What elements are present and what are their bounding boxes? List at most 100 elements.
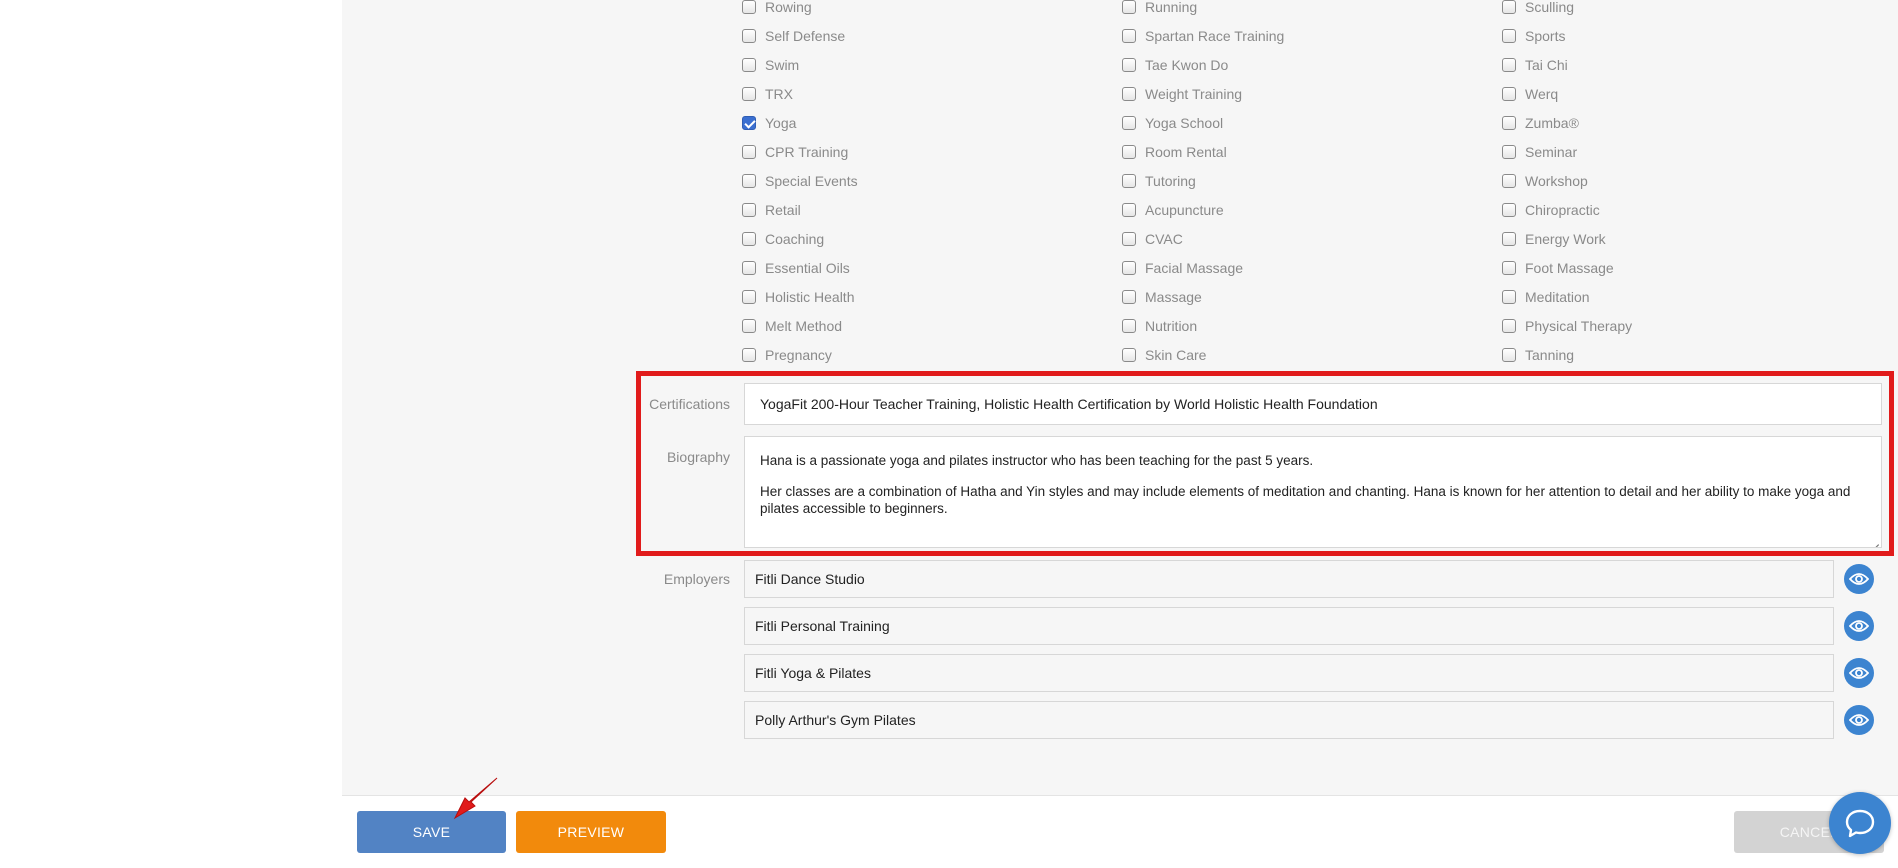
activity-checkbox[interactable] <box>742 318 756 333</box>
activity-option[interactable]: Physical Therapy <box>1502 311 1872 340</box>
activity-checkbox[interactable] <box>1502 115 1516 130</box>
activity-checkbox[interactable] <box>1122 231 1136 246</box>
activity-label: Tanning <box>1525 346 1575 363</box>
activity-checkbox[interactable] <box>742 260 756 275</box>
activity-option[interactable]: Running <box>1122 0 1492 21</box>
activity-checkbox[interactable] <box>1502 57 1516 72</box>
activity-checkbox[interactable] <box>1122 28 1136 43</box>
activity-option[interactable]: Zumba® <box>1502 108 1872 137</box>
activity-checkbox[interactable] <box>1122 115 1136 130</box>
activity-checkbox[interactable] <box>742 28 756 43</box>
activity-label: Running <box>1145 0 1198 15</box>
eye-icon[interactable] <box>1844 705 1874 735</box>
activity-checkbox[interactable] <box>742 0 756 14</box>
activity-checkbox[interactable] <box>742 173 756 188</box>
activity-option[interactable]: Yoga <box>742 108 1112 137</box>
activity-checkbox[interactable] <box>742 86 756 101</box>
activity-option[interactable]: Chiropractic <box>1502 195 1872 224</box>
preview-button[interactable]: PREVIEW <box>516 811 666 853</box>
activity-checkbox[interactable] <box>1502 144 1516 159</box>
activity-label: Swim <box>765 56 800 73</box>
eye-icon[interactable] <box>1844 564 1874 594</box>
activity-label: Spartan Race Training <box>1145 27 1285 44</box>
activity-option[interactable]: Pregnancy <box>742 340 1112 369</box>
chat-bubble-icon[interactable] <box>1829 792 1891 854</box>
activity-checkbox[interactable] <box>1122 202 1136 217</box>
activity-option[interactable]: Nutrition <box>1122 311 1492 340</box>
activity-option[interactable]: Essential Oils <box>742 253 1112 282</box>
activity-option[interactable]: Tutoring <box>1122 166 1492 195</box>
activity-option[interactable]: TRX <box>742 79 1112 108</box>
activity-checkbox[interactable] <box>1122 57 1136 72</box>
activity-checkbox[interactable] <box>742 57 756 72</box>
employer-item[interactable]: Fitli Personal Training <box>744 607 1834 645</box>
activity-option[interactable]: Tanning <box>1502 340 1872 369</box>
eye-icon[interactable] <box>1844 658 1874 688</box>
activity-option[interactable]: Swim <box>742 50 1112 79</box>
activity-checkbox[interactable] <box>742 202 756 217</box>
activity-option[interactable]: Tae Kwon Do <box>1122 50 1492 79</box>
eye-icon[interactable] <box>1844 611 1874 641</box>
activity-checkbox[interactable] <box>1502 231 1516 246</box>
activity-option[interactable]: Skin Care <box>1122 340 1492 369</box>
activity-checkbox[interactable] <box>1122 347 1136 362</box>
activity-option[interactable]: Coaching <box>742 224 1112 253</box>
activity-option[interactable]: Holistic Health <box>742 282 1112 311</box>
activity-label: Rowing <box>765 0 812 15</box>
activity-label: CPR Training <box>765 143 849 160</box>
activity-checkbox[interactable] <box>1502 0 1516 14</box>
activity-option[interactable]: Foot Massage <box>1502 253 1872 282</box>
activity-option[interactable]: Yoga School <box>1122 108 1492 137</box>
activity-option[interactable]: Werq <box>1502 79 1872 108</box>
activity-checkbox[interactable] <box>1502 202 1516 217</box>
activity-checkbox[interactable] <box>1122 144 1136 159</box>
activity-label: Tutoring <box>1145 172 1196 189</box>
employer-item[interactable]: Fitli Dance Studio <box>744 560 1834 598</box>
activity-checkbox[interactable] <box>1502 318 1516 333</box>
activity-checkbox[interactable] <box>1502 173 1516 188</box>
activity-option[interactable]: Facial Massage <box>1122 253 1492 282</box>
activity-option[interactable]: Special Events <box>742 166 1112 195</box>
activity-checkbox[interactable] <box>1122 318 1136 333</box>
activities-column-3: Sculling Sports Tai Chi Werq Zumba® Seminar Wo… <box>1502 0 1872 369</box>
activity-option[interactable]: Spartan Race Training <box>1122 21 1492 50</box>
activity-option[interactable]: Sports <box>1502 21 1872 50</box>
activity-checkbox[interactable] <box>742 115 756 130</box>
activity-checkbox[interactable] <box>742 144 756 159</box>
activity-option[interactable]: Rowing <box>742 0 1112 21</box>
activity-checkbox[interactable] <box>1122 0 1136 14</box>
activity-option[interactable]: Seminar <box>1502 137 1872 166</box>
activity-label: Retail <box>765 201 801 218</box>
activity-checkbox[interactable] <box>1122 260 1136 275</box>
activity-option[interactable]: Retail <box>742 195 1112 224</box>
activity-checkbox[interactable] <box>742 289 756 304</box>
activity-option[interactable]: Self Defense <box>742 21 1112 50</box>
activity-checkbox[interactable] <box>1502 28 1516 43</box>
activity-option[interactable]: CVAC <box>1122 224 1492 253</box>
employer-item[interactable]: Fitli Yoga & Pilates <box>744 654 1834 692</box>
activity-checkbox[interactable] <box>742 231 756 246</box>
activity-option[interactable]: Energy Work <box>1502 224 1872 253</box>
employer-item[interactable]: Polly Arthur's Gym Pilates <box>744 701 1834 739</box>
activity-option[interactable]: Meditation <box>1502 282 1872 311</box>
activity-checkbox[interactable] <box>742 347 756 362</box>
activity-option[interactable]: Acupuncture <box>1122 195 1492 224</box>
activity-option[interactable]: Sculling <box>1502 0 1872 21</box>
activity-label: Yoga School <box>1145 114 1224 131</box>
activity-checkbox[interactable] <box>1502 86 1516 101</box>
activity-label: Pregnancy <box>765 346 832 363</box>
activity-option[interactable]: Tai Chi <box>1502 50 1872 79</box>
activity-checkbox[interactable] <box>1502 289 1516 304</box>
activity-checkbox[interactable] <box>1502 260 1516 275</box>
activity-label: TRX <box>765 85 793 102</box>
activity-checkbox[interactable] <box>1122 86 1136 101</box>
activity-checkbox[interactable] <box>1122 173 1136 188</box>
activity-option[interactable]: Melt Method <box>742 311 1112 340</box>
activity-checkbox[interactable] <box>1502 347 1516 362</box>
activity-option[interactable]: Workshop <box>1502 166 1872 195</box>
activity-option[interactable]: Massage <box>1122 282 1492 311</box>
activity-checkbox[interactable] <box>1122 289 1136 304</box>
activity-option[interactable]: Room Rental <box>1122 137 1492 166</box>
activity-option[interactable]: Weight Training <box>1122 79 1492 108</box>
activity-option[interactable]: CPR Training <box>742 137 1112 166</box>
